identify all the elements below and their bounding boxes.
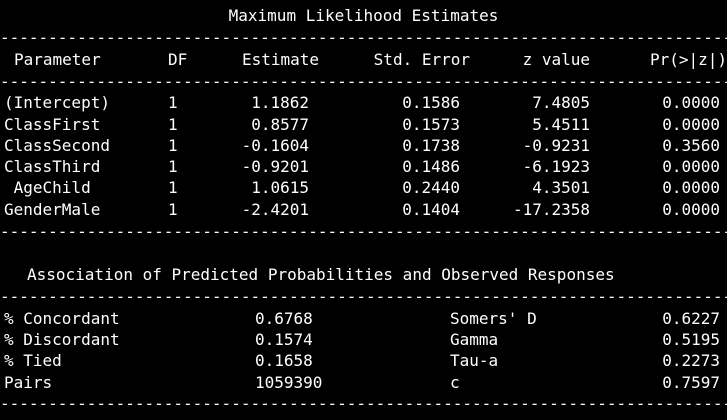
table-row-parameter: ClassThird [4,157,101,176]
assoc-label: % Tied [4,351,62,370]
header-z-value: z value [522,50,590,69]
table-row-parameter: ClassSecond [4,136,110,155]
table-row-z-value: 5.4511 [532,115,590,134]
assoc-stat-value: 0.6227 [662,309,720,328]
table-row-parameter: AgeChild [4,178,91,197]
header-p-value: Pr(>|z|) [649,50,727,69]
table-row-p-value: 0.0000 [662,157,720,176]
assoc-label: % Concordant [4,309,120,328]
assoc-stat-value: 0.2273 [662,351,720,370]
table-row-std-error: 0.1738 [402,136,460,155]
table-row-p-value: 0.3560 [662,136,720,155]
divider-rule: ----------------------------------------… [0,287,727,306]
mle-title: Maximum Likelihood Estimates [228,6,499,25]
table-row-estimate: -0.1604 [241,136,309,155]
assoc-stat-label: Tau-a [450,351,499,370]
assoc-stat-value: 0.5195 [662,330,720,349]
assoc-label: % Discordant [4,330,120,349]
table-row-p-value: 0.0000 [662,93,720,112]
assoc-stat-value: 0.7597 [662,373,720,392]
assoc-stat-label: c [450,373,460,392]
table-row-df: 1 [168,115,178,134]
table-row-estimate: 1.0615 [251,178,309,197]
assoc-label: Pairs [4,373,53,392]
table-row-df: 1 [168,93,178,112]
table-row-df: 1 [168,157,178,176]
assoc-stat-label: Gamma [450,330,499,349]
table-row-df: 1 [168,136,178,155]
table-row-std-error: 0.1586 [402,93,460,112]
assoc-stat-label: Somers' D [450,309,537,328]
assoc-value: 0.1574 [255,330,313,349]
table-row-z-value: 4.3501 [532,178,590,197]
divider-rule: ----------------------------------------… [0,28,727,47]
table-row-std-error: 0.1573 [402,115,460,134]
assoc-value: 0.6768 [255,309,313,328]
table-row-estimate: 0.8577 [251,115,309,134]
header-parameter: Parameter [14,50,101,69]
table-row-std-error: 0.1486 [402,157,460,176]
divider-rule: ----------------------------------------… [0,394,727,413]
table-row-estimate: -2.4201 [241,200,309,219]
header-std-error: Std. Error [373,50,470,69]
table-row-z-value: -0.9231 [522,136,590,155]
table-row-p-value: 0.0000 [662,200,720,219]
table-row-std-error: 0.2440 [402,178,460,197]
table-row-estimate: -0.9201 [241,157,309,176]
assoc-value: 0.1658 [255,351,313,370]
table-row-z-value: -17.2358 [512,200,590,219]
table-row-p-value: 0.0000 [662,115,720,134]
assoc-title: Association of Predicted Probabilities a… [27,265,615,284]
table-row-parameter: (Intercept) [4,93,110,112]
table-row-p-value: 0.0000 [662,178,720,197]
table-row-z-value: 7.4805 [532,93,590,112]
divider-rule: ----------------------------------------… [0,72,727,91]
table-row-z-value: -6.1923 [522,157,590,176]
header-estimate: Estimate [241,50,319,69]
table-row-std-error: 0.1404 [402,200,460,219]
assoc-value: 1059390 [255,373,323,392]
table-row-parameter: ClassFirst [4,115,101,134]
console-output: Maximum Likelihood Estimates -----------… [0,0,727,420]
table-row-df: 1 [168,200,178,219]
table-row-estimate: 1.1862 [251,93,309,112]
table-row-df: 1 [168,178,178,197]
table-row-parameter: GenderMale [4,200,101,219]
divider-rule: ----------------------------------------… [0,222,727,241]
